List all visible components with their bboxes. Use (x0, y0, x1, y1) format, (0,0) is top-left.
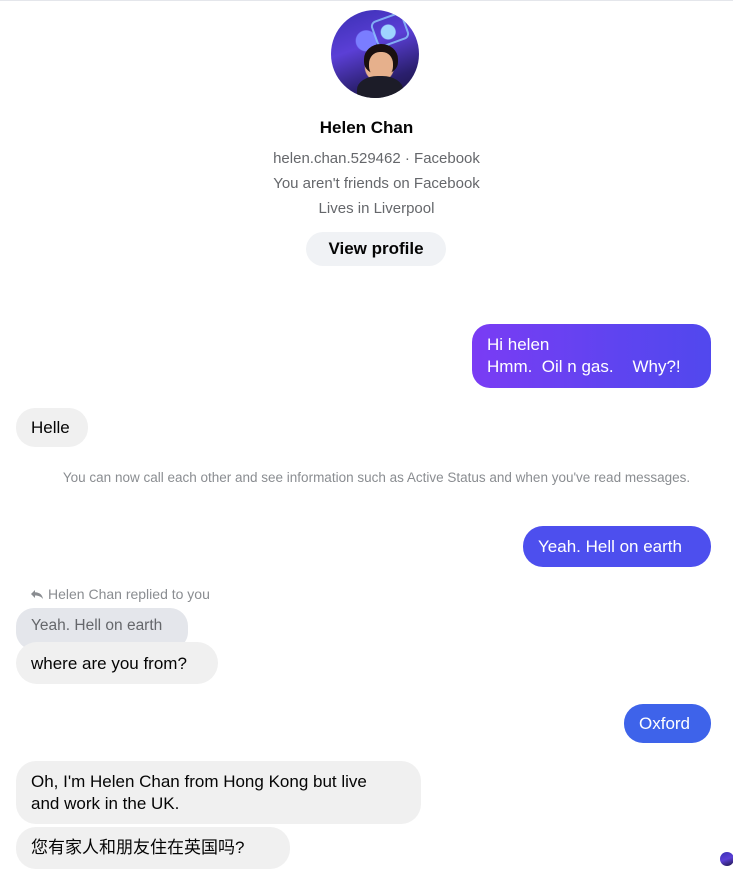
message-bubble-incoming[interactable]: Oh, I'm Helen Chan from Hong Kong but li… (16, 761, 421, 824)
friend-status: You aren't friends on Facebook (273, 175, 480, 192)
reply-arrow-icon (31, 590, 43, 599)
profile-username: helen.chan.529462 · Facebook (273, 150, 480, 167)
profile-location: Lives in Liverpool (318, 200, 435, 217)
profile-name: Helen Chan (319, 118, 414, 137)
message-bubble-incoming[interactable]: where are you from? (16, 642, 218, 684)
message-bubble-incoming[interactable]: 您有家人和朋友住在英国吗? (16, 827, 290, 869)
top-divider (0, 0, 733, 1)
view-profile-button[interactable]: View profile (306, 232, 446, 266)
message-bubble-outgoing[interactable]: Oxford (624, 704, 711, 743)
seen-indicator-avatar (720, 852, 733, 866)
system-notice: You can now call each other and see info… (62, 470, 691, 485)
message-bubble-outgoing[interactable]: Hi helen Hmm. Oil n gas. Why?! (472, 324, 711, 388)
profile-avatar[interactable] (331, 10, 419, 98)
message-bubble-incoming[interactable]: Helle (16, 408, 88, 447)
message-bubble-outgoing[interactable]: Yeah. Hell on earth (523, 526, 711, 567)
reply-header-text: Helen Chan replied to you (48, 586, 210, 602)
reply-header: Helen Chan replied to you (30, 586, 210, 602)
